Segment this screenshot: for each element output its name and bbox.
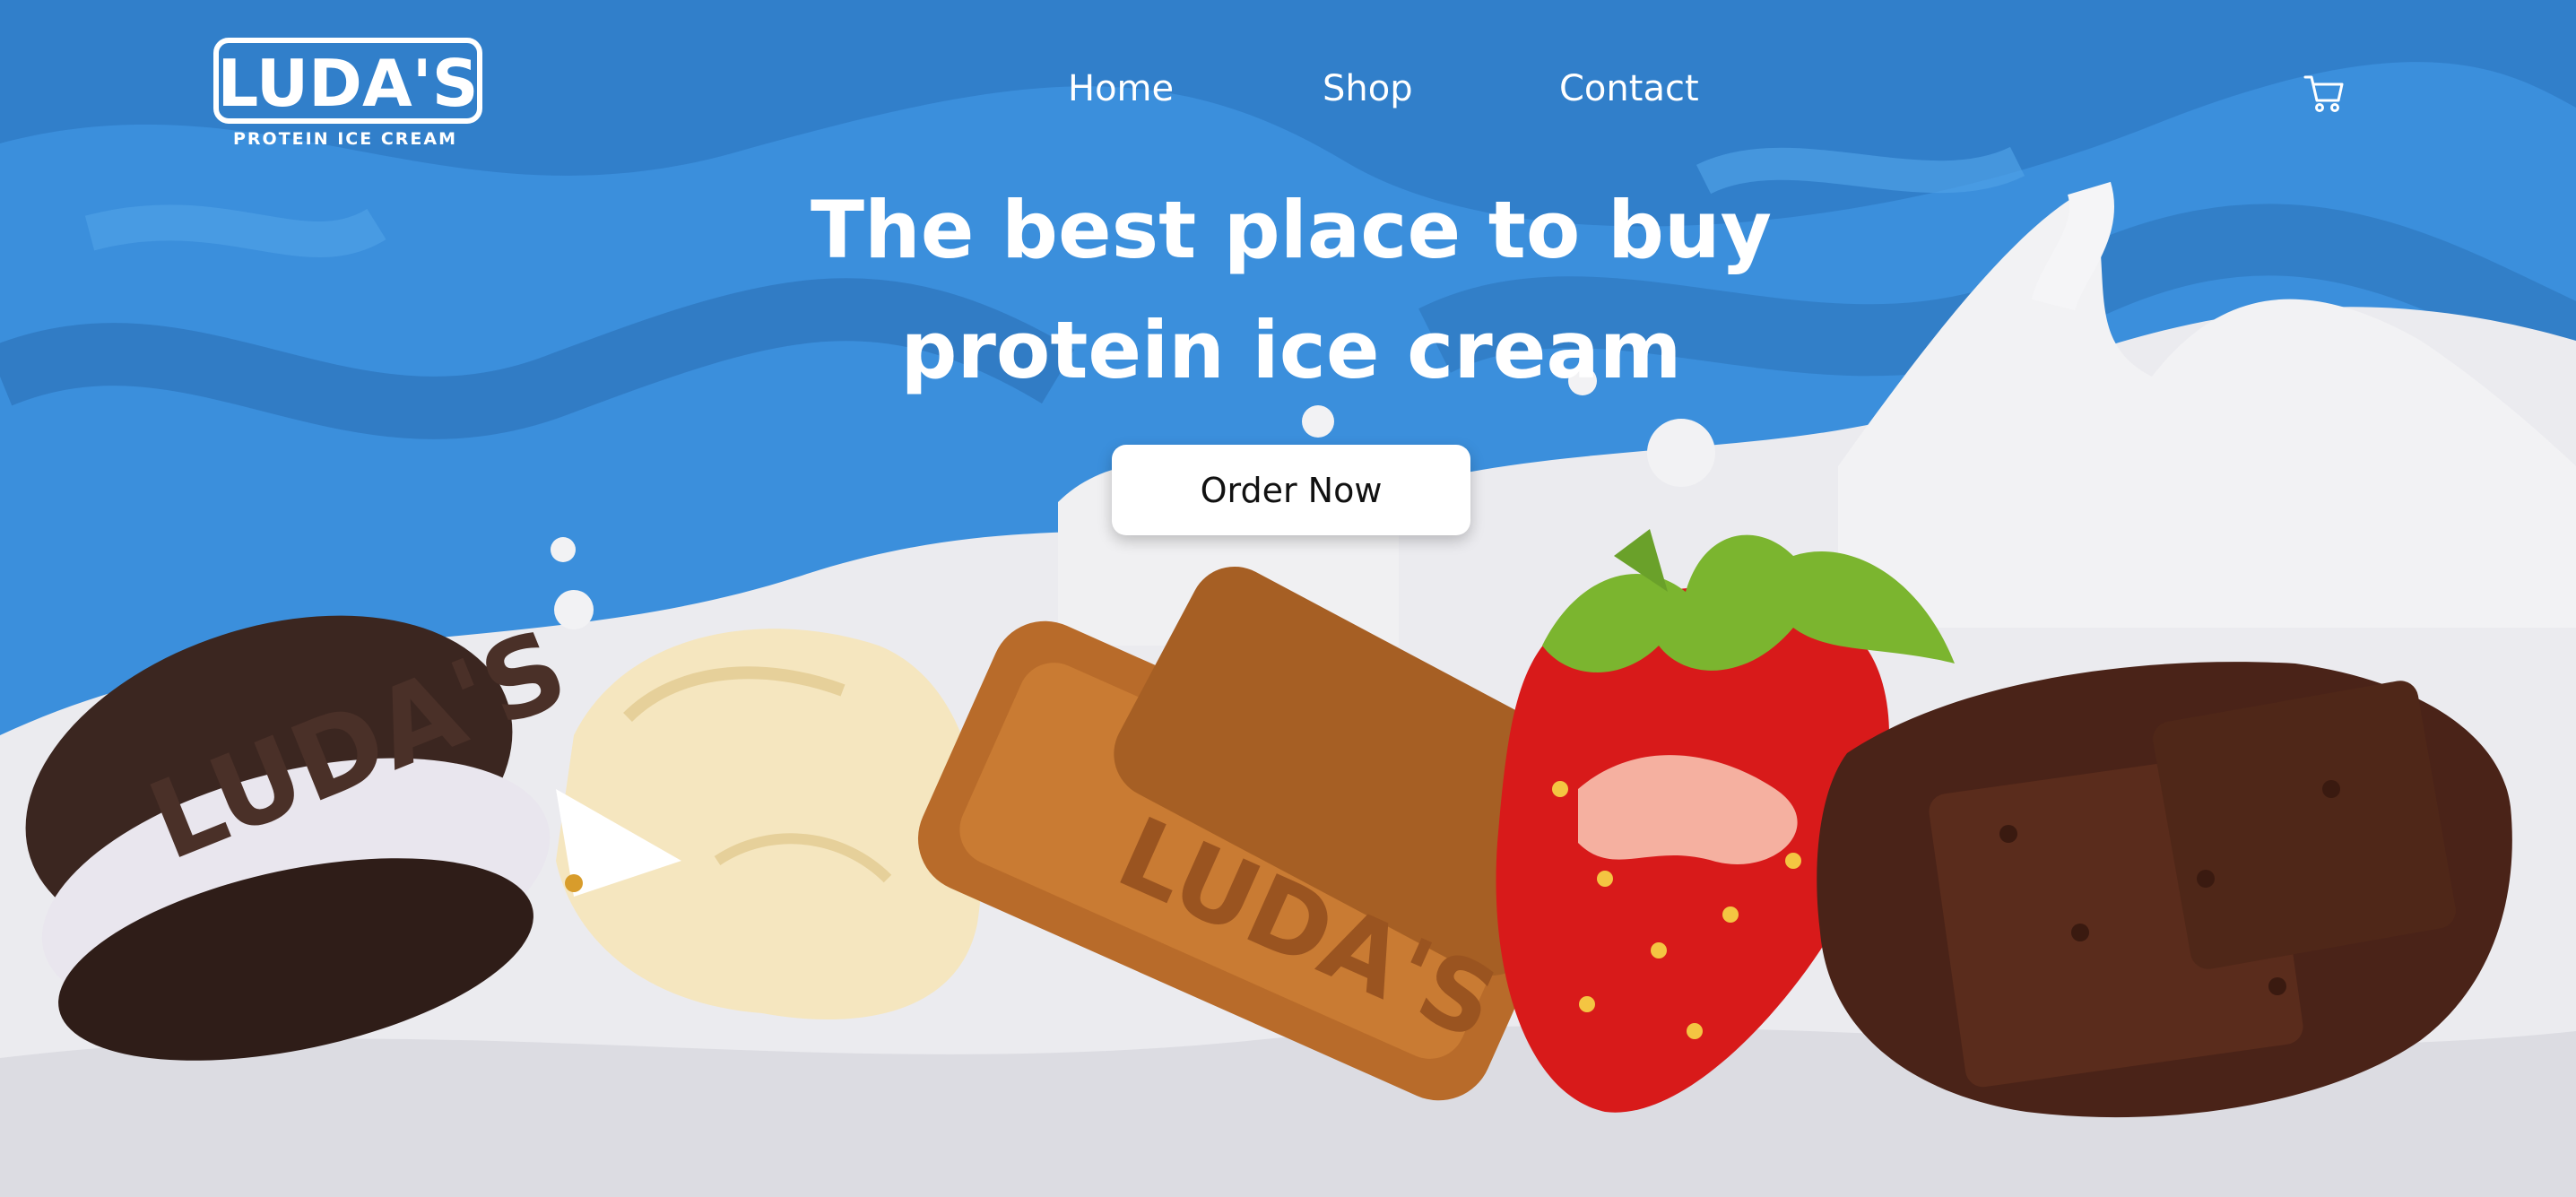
headline-line-1: The best place to buy <box>811 184 1772 276</box>
nav-link-home[interactable]: Home <box>1068 68 1174 109</box>
brand-logo[interactable]: LUDA'S PROTEIN ICE CREAM <box>213 38 482 154</box>
hero-headline: The best place to buy protein ice cream <box>628 170 1955 411</box>
hero-section: LUDA'S LUDA'S LUDA'S PROTEIN ICE CREAM H… <box>0 0 2576 1197</box>
headline-line-2: protein ice cream <box>900 304 1682 396</box>
shopping-cart-icon[interactable] <box>2303 72 2346 115</box>
cookies-and-cream-illustration: LUDA'S <box>25 606 584 1061</box>
vanilla-scoop-illustration <box>556 629 983 1019</box>
chocolate-brownie-illustration <box>1817 662 2512 1118</box>
nav-link-shop[interactable]: Shop <box>1323 68 1413 109</box>
top-nav: LUDA'S PROTEIN ICE CREAM Home Shop Conta… <box>0 0 2576 179</box>
logo-tagline: PROTEIN ICE CREAM <box>233 129 458 149</box>
logo-word-text: LUDA'S <box>217 46 478 121</box>
nav-link-contact[interactable]: Contact <box>1559 68 1699 109</box>
order-now-button[interactable]: Order Now <box>1112 445 1470 535</box>
logo-wordmark: LUDA'S <box>213 38 482 124</box>
